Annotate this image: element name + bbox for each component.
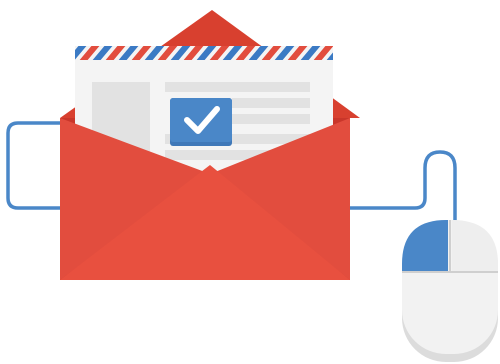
- checkmark-icon: [170, 98, 232, 146]
- email-click-illustration: [0, 0, 500, 364]
- illustration-canvas: [6, 10, 498, 362]
- envelope-icon: [60, 10, 360, 280]
- computer-mouse-icon: [402, 220, 498, 362]
